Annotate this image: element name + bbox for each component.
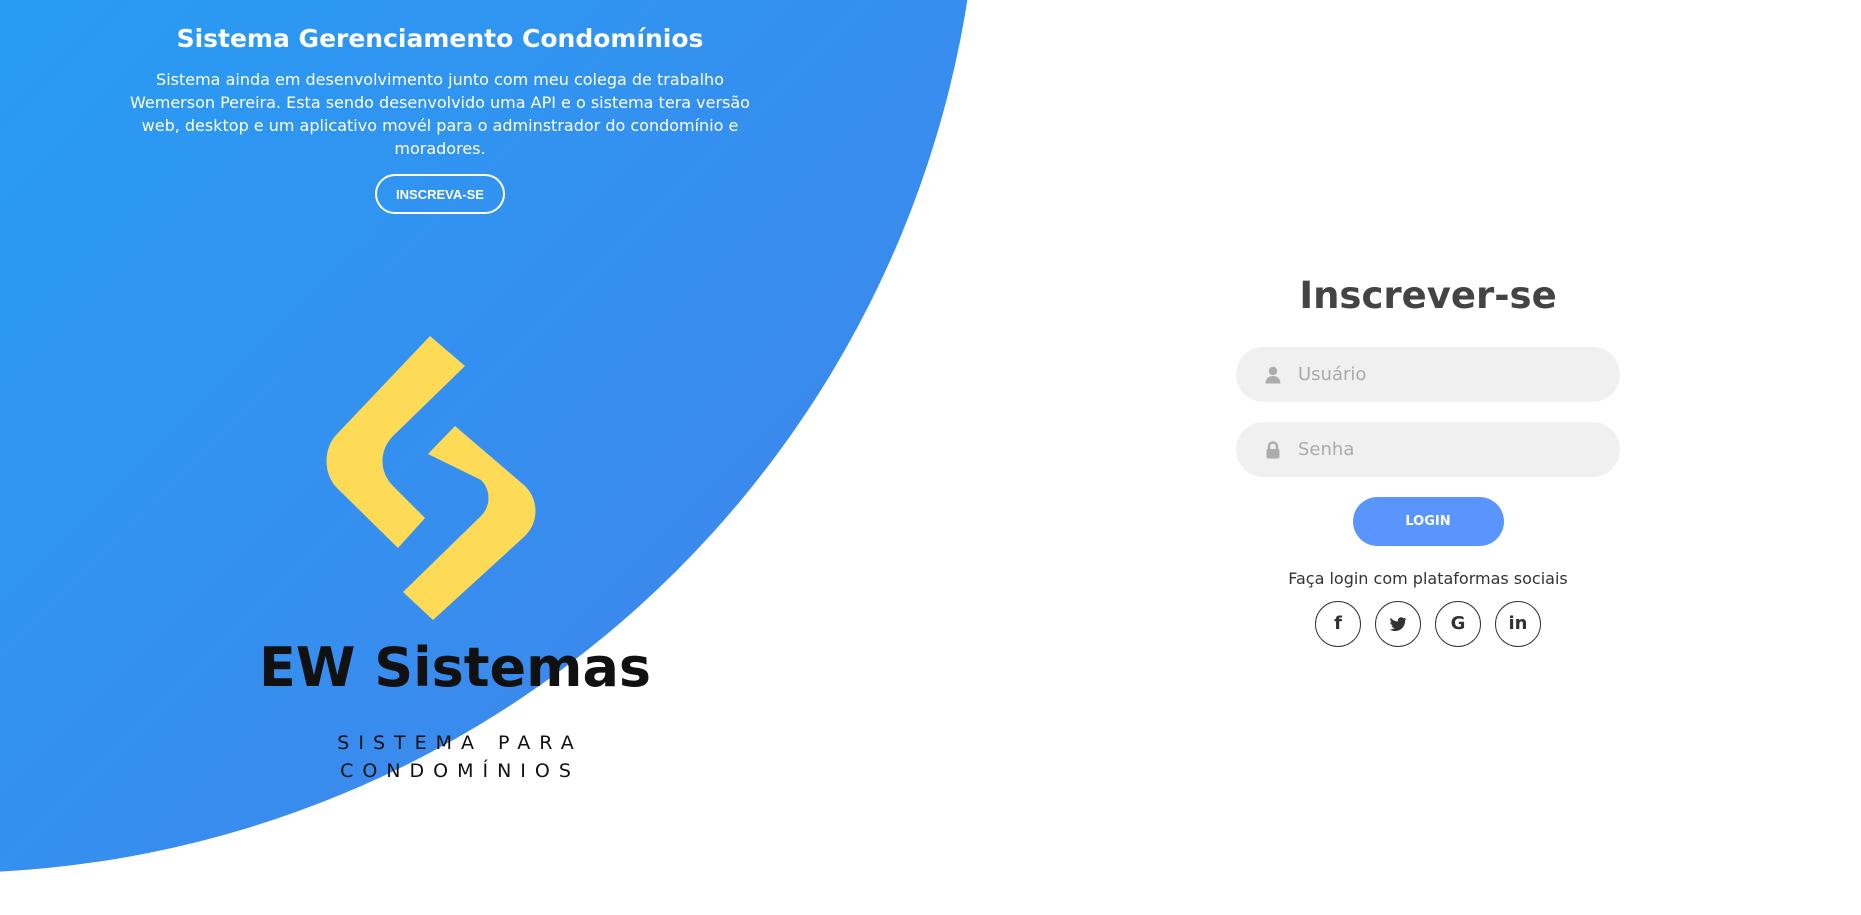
signup-button[interactable]: INSCREVA-SE (375, 174, 505, 214)
login-button[interactable]: LOGIN (1352, 497, 1504, 546)
form-title: Inscrever-se (1299, 274, 1557, 317)
logo-subtitle: SISTEMA PARA CONDOMÍNIOS (315, 729, 605, 785)
lock-icon (1266, 441, 1280, 459)
company-logo: EW Sistemas SISTEMA PARA CONDOMÍNIOS (255, 320, 655, 800)
twitter-icon[interactable] (1375, 601, 1421, 647)
linkedin-glyph: in (1508, 613, 1528, 634)
login-page: Sistema Gerenciamento Condomínios Sistem… (0, 0, 1861, 915)
social-login-text: Faça login com plataformas sociais (1288, 569, 1568, 588)
google-icon[interactable]: G (1435, 601, 1481, 647)
password-field (1236, 422, 1620, 477)
facebook-icon[interactable]: f (1315, 601, 1361, 647)
google-glyph: G (1450, 613, 1466, 634)
username-input[interactable] (1298, 347, 1598, 402)
sign-in-form: Inscrever-se LOGIN Faça login com plataf… (1236, 270, 1620, 647)
logo-subtitle-line-2: CONDOMÍNIOS (340, 760, 580, 782)
facebook-glyph: f (1334, 613, 1342, 634)
intro-title: Sistema Gerenciamento Condomínios (176, 24, 704, 53)
username-field (1236, 347, 1620, 402)
password-input[interactable] (1298, 422, 1598, 477)
logo-subtitle-line-1: SISTEMA PARA (337, 732, 583, 754)
intro-panel: Sistema Gerenciamento Condomínios Sistem… (95, 20, 785, 214)
logo-brand-name: EW Sistemas (258, 636, 652, 699)
intro-description: Sistema ainda em desenvolvimento junto c… (130, 70, 750, 158)
social-media-links: f G in (1236, 601, 1620, 647)
logo-mark-icon (326, 336, 536, 620)
twitter-bird-icon (1389, 617, 1407, 632)
linkedin-icon[interactable]: in (1495, 601, 1541, 647)
user-icon (1265, 366, 1281, 384)
